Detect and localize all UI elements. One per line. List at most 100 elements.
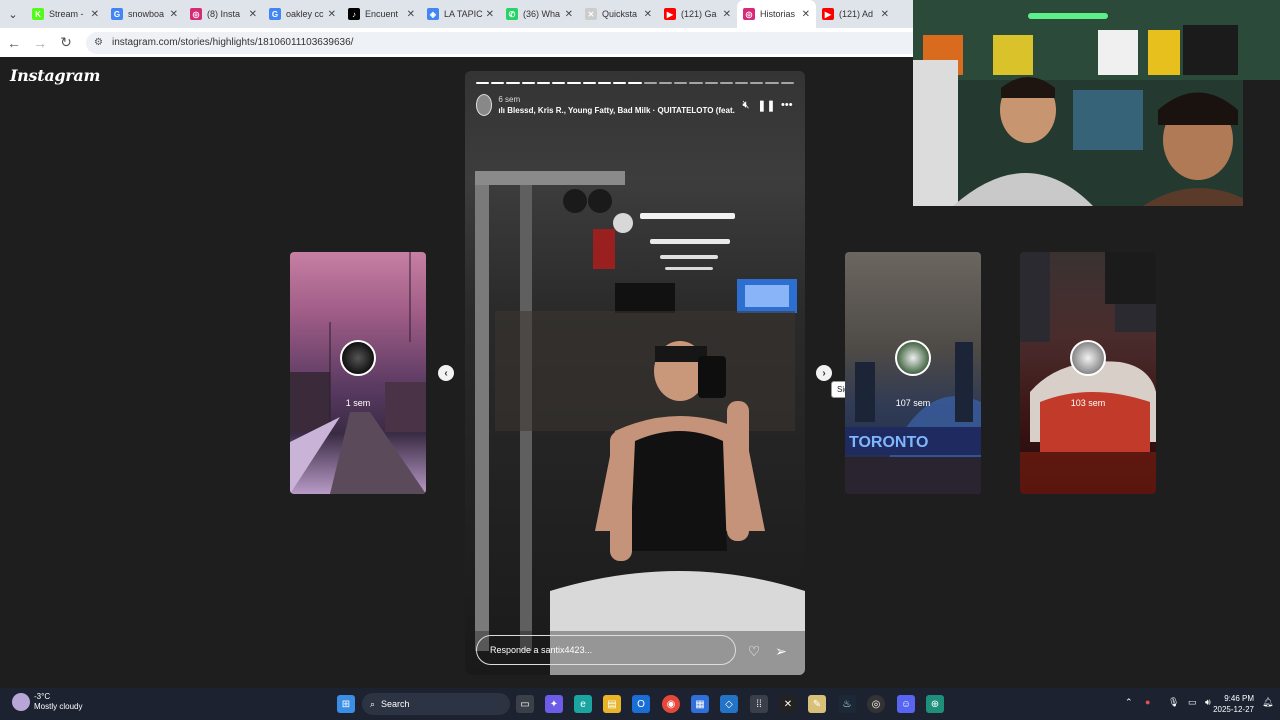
- tab-close-icon[interactable]: ✕: [881, 9, 889, 20]
- vpn-icon[interactable]: ⊕: [926, 695, 944, 713]
- tab-close-icon[interactable]: ✕: [328, 9, 336, 20]
- music-icon: ılı: [498, 106, 508, 115]
- display-icon[interactable]: ▭: [1188, 697, 1197, 708]
- apps-icon[interactable]: ⁞⁞: [750, 695, 768, 713]
- tab-title: Encuent: [365, 9, 399, 19]
- microphone-icon[interactable]: 🎙︎: [1168, 697, 1179, 708]
- tab-favicon-icon: ♪: [348, 8, 360, 20]
- file-explorer-icon[interactable]: ▤: [603, 695, 621, 713]
- tab-title: (36) Wha: [523, 9, 561, 19]
- browser-tab[interactable]: ♪ Encuent ✕: [342, 0, 421, 28]
- webcam-overlay: [913, 0, 1280, 206]
- reload-button[interactable]: ↻: [54, 31, 78, 55]
- tab-title: snowboa: [128, 9, 165, 19]
- heart-icon[interactable]: ♡: [745, 642, 763, 660]
- tab-title: oakley cc: [286, 9, 324, 19]
- notification-icon[interactable]: 🔔︎: [1262, 697, 1273, 708]
- story-preview-previous[interactable]: 1 sem: [290, 252, 426, 494]
- browser-tab[interactable]: Gsnowboa ✕: [105, 0, 184, 28]
- url-text: instagram.com/stories/highlights/1810601…: [112, 37, 354, 48]
- browser-tab[interactable]: ▶ (121) Ga ✕: [658, 0, 737, 28]
- music-label: Blessd, Kris R., Young Fatty, Bad Milk ·…: [507, 106, 735, 115]
- webcam-scene: [913, 0, 1280, 206]
- browser-tab[interactable]: ✆ (36) Wha ✕: [500, 0, 579, 28]
- story-meta: 6 sem ılı Blessd, Kris R., Young Fatty, …: [498, 94, 734, 116]
- story-preview-next-2[interactable]: 103 sem: [1020, 252, 1156, 494]
- taskbar: -3°C Mostly cloudy ⊞ ⌕ Search ▭ ✦ e ▤ O …: [0, 688, 1280, 720]
- discord-icon[interactable]: ☺: [897, 695, 915, 713]
- tab-close-icon[interactable]: ✕: [170, 9, 178, 20]
- edge-icon[interactable]: e: [574, 695, 592, 713]
- steam-icon[interactable]: ♨: [838, 695, 856, 713]
- tab-close-icon[interactable]: ✕: [249, 9, 257, 20]
- send-icon[interactable]: ➢: [772, 642, 790, 660]
- tab-close-icon[interactable]: ✕: [723, 9, 731, 20]
- browser-tab[interactable]: Goakley cc ✕: [263, 0, 342, 28]
- tab-favicon-icon: ▶: [822, 8, 834, 20]
- copilot-icon[interactable]: ✦: [545, 695, 563, 713]
- forward-button[interactable]: →: [28, 31, 52, 55]
- tab-title: (8) Insta: [207, 9, 241, 19]
- browser-tab[interactable]: ✕ Quicksta ✕: [579, 0, 658, 28]
- weather-icon: [12, 693, 30, 711]
- more-options-icon[interactable]: •••: [780, 95, 794, 115]
- mute-icon[interactable]: 🔇︎: [739, 95, 753, 115]
- gym-scene: [465, 171, 805, 675]
- tab-close-icon[interactable]: ✕: [802, 9, 810, 20]
- chrome-icon[interactable]: ◉: [662, 695, 680, 713]
- browser-tab[interactable]: ◈ LA TAPIC ✕: [421, 0, 500, 28]
- pause-icon[interactable]: ❚❚: [757, 95, 775, 115]
- windows-start-icon[interactable]: ⊞: [337, 695, 355, 713]
- obs-icon[interactable]: ◎: [867, 695, 885, 713]
- tray-chevron-icon[interactable]: ⌃: [1125, 697, 1133, 708]
- previous-story-button[interactable]: ‹: [438, 365, 454, 381]
- search-label: Search: [381, 699, 410, 709]
- tab-favicon-icon: ✆: [506, 8, 518, 20]
- tab-favicon-icon: G: [269, 8, 281, 20]
- tab-close-icon[interactable]: ✕: [486, 9, 494, 20]
- story-time: 6 sem: [498, 95, 521, 104]
- weather-text: -3°C Mostly cloudy: [34, 692, 82, 712]
- search-icon: ⌕: [370, 698, 376, 709]
- store-icon[interactable]: ▦: [691, 695, 709, 713]
- vscode-icon[interactable]: ◇: [720, 695, 738, 713]
- story-header: 6 sem ılı Blessd, Kris R., Young Fatty, …: [476, 93, 794, 117]
- notepad-icon[interactable]: ✎: [808, 695, 826, 713]
- tab-close-icon[interactable]: ✕: [565, 9, 573, 20]
- clock-date: 2025-12-27: [1213, 705, 1254, 714]
- outlook-icon[interactable]: O: [632, 695, 650, 713]
- tabs-container: K Stream - ✕ Gsnowboa ✕ ◎ (8) Insta ✕ Goakley cc…: [26, 0, 895, 28]
- weather-widget[interactable]: -3°C Mostly cloudy: [12, 692, 82, 712]
- preview-avatar: [895, 340, 931, 376]
- svg-text:TORONTO: TORONTO: [849, 434, 928, 451]
- task-view-icon[interactable]: ▭: [516, 695, 534, 713]
- browser-tab[interactable]: ◎ (8) Insta ✕: [184, 0, 263, 28]
- site-info-icon[interactable]: ⚙: [94, 37, 106, 48]
- tab-close-icon[interactable]: ✕: [407, 9, 415, 20]
- next-story-button[interactable]: ›: [816, 365, 832, 381]
- back-button[interactable]: ←: [2, 31, 26, 55]
- main-story[interactable]: 6 sem ılı Blessd, Kris R., Young Fatty, …: [465, 71, 805, 675]
- tab-search-button[interactable]: ⌄: [0, 0, 26, 28]
- tab-favicon-icon: G: [111, 8, 123, 20]
- clock-time: 9:46 PM: [1224, 694, 1254, 703]
- tab-title: Stream -: [49, 9, 84, 19]
- tab-favicon-icon: ◎: [190, 8, 202, 20]
- browser-tab[interactable]: ◎ Historias ✕: [737, 0, 816, 28]
- story-avatar[interactable]: [476, 94, 493, 116]
- story-preview-next-1[interactable]: TORONTO 107 sem: [845, 252, 981, 494]
- browser-tab[interactable]: K Stream - ✕: [26, 0, 105, 28]
- tab-close-icon[interactable]: ✕: [644, 9, 652, 20]
- tray-app-icon[interactable]: ●: [1145, 697, 1150, 707]
- volume-icon[interactable]: 🔊︎: [1205, 697, 1211, 708]
- preview-time: 1 sem: [345, 398, 371, 408]
- clock[interactable]: 9:46 PM 2025-12-27: [1213, 693, 1254, 715]
- capcut-icon[interactable]: ✕: [779, 695, 797, 713]
- instagram-logo[interactable]: Instagram: [10, 66, 100, 85]
- story-music[interactable]: ılı Blessd, Kris R., Young Fatty, Bad Mi…: [498, 105, 734, 116]
- reply-input[interactable]: Responde a santix4423...: [476, 635, 736, 665]
- taskbar-search[interactable]: ⌕ Search: [362, 693, 510, 715]
- tab-close-icon[interactable]: ✕: [91, 9, 99, 20]
- browser-tab[interactable]: ▶ (121) Ad ✕: [816, 0, 895, 28]
- preview-time: 103 sem: [1070, 398, 1106, 408]
